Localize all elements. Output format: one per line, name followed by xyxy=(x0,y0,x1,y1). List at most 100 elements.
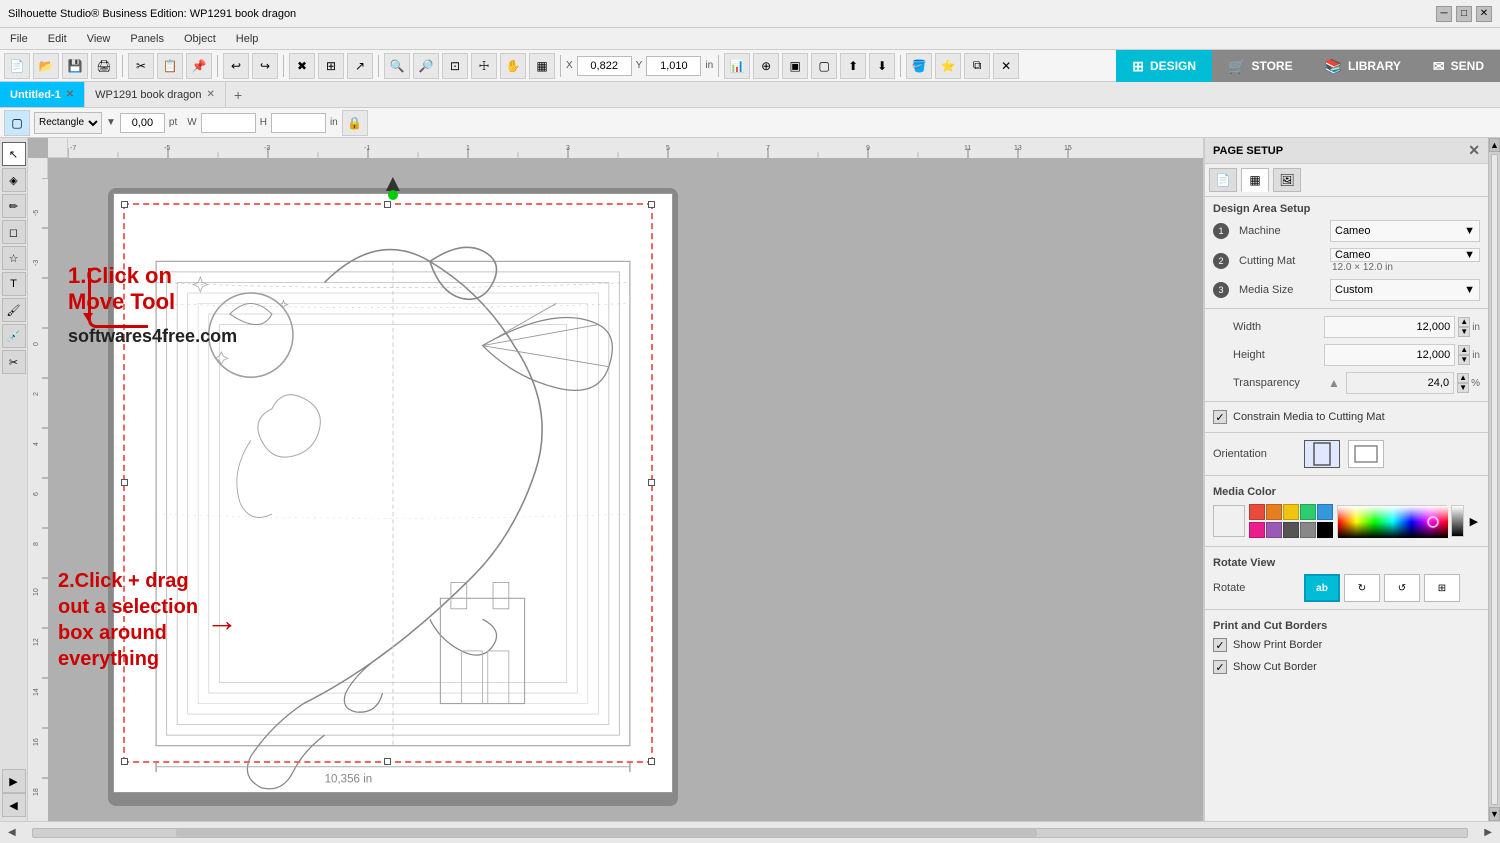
move-tool-button[interactable]: ☩ xyxy=(471,53,497,79)
fill-button[interactable]: 🪣 xyxy=(906,53,932,79)
close-button[interactable]: ✕ xyxy=(1476,6,1492,22)
machine-dropdown[interactable]: Cameo ▼ xyxy=(1330,220,1480,242)
scroll-thumb[interactable] xyxy=(1491,154,1498,805)
show-print-checkbox[interactable]: ✓ xyxy=(1213,638,1227,652)
color-gradient[interactable] xyxy=(1337,505,1447,537)
panel-x-button[interactable]: ✕ xyxy=(993,53,1019,79)
panel-tab-grid[interactable]: ▦ xyxy=(1241,168,1269,192)
menu-panels[interactable]: Panels xyxy=(124,31,170,47)
minimize-button[interactable]: ─ xyxy=(1436,6,1452,22)
redo-button[interactable]: ↪ xyxy=(252,53,278,79)
lock-btn[interactable]: 🔒 xyxy=(342,110,368,136)
front-button[interactable]: ⬆ xyxy=(840,53,866,79)
status-scroll-right[interactable]: ▶ xyxy=(1484,827,1492,838)
panel-close-button[interactable]: ✕ xyxy=(1468,142,1480,159)
swatch-purple[interactable] xyxy=(1266,522,1282,538)
copy-button[interactable]: 📋 xyxy=(157,53,183,79)
grid-button[interactable]: ▦ xyxy=(529,53,555,79)
rotate-btn-1[interactable]: ab xyxy=(1304,574,1340,602)
layers-button[interactable]: ⧉ xyxy=(964,53,990,79)
swatch-pink[interactable] xyxy=(1249,522,1265,538)
menu-view[interactable]: View xyxy=(81,31,117,47)
open-button[interactable]: 📂 xyxy=(33,53,59,79)
horizontal-scrollbar[interactable] xyxy=(32,828,1469,838)
x-input[interactable] xyxy=(577,56,632,76)
delete-button[interactable]: ✖ xyxy=(289,53,315,79)
transform-button[interactable]: ↗ xyxy=(347,53,373,79)
color-white[interactable] xyxy=(1213,505,1245,537)
width-up[interactable]: ▲ xyxy=(1458,317,1470,327)
hand-tool-button[interactable]: ✋ xyxy=(500,53,526,79)
print-button[interactable]: 🖨 xyxy=(91,53,117,79)
swatch-blue[interactable] xyxy=(1317,504,1333,520)
swatch-yellow[interactable] xyxy=(1283,504,1299,520)
select-btn[interactable]: ▢ xyxy=(4,110,30,136)
replicate-button[interactable]: ⊞ xyxy=(318,53,344,79)
scroll-up[interactable]: ▲ xyxy=(1489,138,1500,152)
swatch-green[interactable] xyxy=(1300,504,1316,520)
zoom-fit-button[interactable]: ⊡ xyxy=(442,53,468,79)
add-tab-button[interactable]: + xyxy=(226,82,250,107)
move-tool[interactable]: ↖ xyxy=(2,142,26,166)
tab-bookdragon[interactable]: WP1291 book dragon ✕ xyxy=(85,82,226,107)
swatch-black[interactable] xyxy=(1317,522,1333,538)
cut-button[interactable]: ✂ xyxy=(128,53,154,79)
portrait-button[interactable] xyxy=(1304,440,1340,468)
zoom-in-button[interactable]: 🔍 xyxy=(384,53,410,79)
chart-button[interactable]: 📊 xyxy=(724,53,750,79)
topnav-design[interactable]: ⊞ DESIGN xyxy=(1116,50,1212,82)
menu-help[interactable]: Help xyxy=(230,31,265,47)
new-button[interactable]: 📄 xyxy=(4,53,30,79)
target-button[interactable]: ⊕ xyxy=(753,53,779,79)
height-up[interactable]: ▲ xyxy=(1458,345,1470,355)
save-button[interactable]: 💾 xyxy=(62,53,88,79)
transparency-field[interactable] xyxy=(1351,377,1449,389)
fill-tool[interactable]: 🖌 xyxy=(2,298,26,322)
swatch-dark[interactable] xyxy=(1283,522,1299,538)
menu-edit[interactable]: Edit xyxy=(42,31,73,47)
rotate-btn-3[interactable]: ↺ xyxy=(1384,574,1420,602)
topnav-send[interactable]: ✉ SEND xyxy=(1417,50,1500,82)
width-field[interactable] xyxy=(1329,321,1450,333)
swatch-gray[interactable] xyxy=(1300,522,1316,538)
paste-button[interactable]: 📌 xyxy=(186,53,212,79)
panel-tab-page[interactable]: 📄 xyxy=(1209,168,1237,192)
height-field[interactable] xyxy=(1329,349,1450,361)
scroll-down[interactable]: ▼ xyxy=(1489,807,1500,821)
shape-select[interactable]: Rectangle xyxy=(34,112,102,134)
crop-tool[interactable]: ✂ xyxy=(2,350,26,374)
landscape-button[interactable] xyxy=(1348,440,1384,468)
height-input[interactable] xyxy=(271,113,326,133)
zero-input[interactable] xyxy=(120,113,165,133)
zoom-out-button[interactable]: 🔎 xyxy=(413,53,439,79)
width-input[interactable] xyxy=(201,113,256,133)
eyedropper-tool[interactable]: 💉 xyxy=(2,324,26,348)
tab-close-bookdragon[interactable]: ✕ xyxy=(207,89,215,100)
transparency-up[interactable]: ▲ xyxy=(1457,373,1469,383)
star-button[interactable]: ⭐ xyxy=(935,53,961,79)
shape-tool[interactable]: ☆ xyxy=(2,246,26,270)
expand-left[interactable]: ▶ xyxy=(2,769,26,793)
eraser-tool[interactable]: ◻ xyxy=(2,220,26,244)
swatch-red[interactable] xyxy=(1249,504,1265,520)
status-scroll-left[interactable]: ◀ xyxy=(8,827,16,838)
show-cut-checkbox[interactable]: ✓ xyxy=(1213,660,1227,674)
brightness-slider[interactable] xyxy=(1451,505,1464,537)
group-button[interactable]: ▣ xyxy=(782,53,808,79)
panel-tab-img[interactable]: 🖼 xyxy=(1273,168,1301,192)
y-input[interactable] xyxy=(646,56,701,76)
tab-untitled[interactable]: Untitled-1 ✕ xyxy=(0,82,85,107)
undo-button[interactable]: ↩ xyxy=(223,53,249,79)
rotate-btn-2[interactable]: ↻ xyxy=(1344,574,1380,602)
node-tool[interactable]: ◈ xyxy=(2,168,26,192)
tab-close-untitled[interactable]: ✕ xyxy=(66,89,74,100)
cutting-mat-dropdown[interactable]: Cameo ▼ xyxy=(1330,248,1480,262)
media-size-dropdown[interactable]: Custom ▼ xyxy=(1330,279,1480,301)
draw-tool[interactable]: ✏ xyxy=(2,194,26,218)
topnav-library[interactable]: 📚 LIBRARY xyxy=(1309,50,1417,82)
rotate-btn-4[interactable]: ⊞ xyxy=(1424,574,1460,602)
expand-right[interactable]: ◀ xyxy=(2,793,26,817)
menu-file[interactable]: File xyxy=(4,31,34,47)
back-button[interactable]: ⬇ xyxy=(869,53,895,79)
ungroup-button[interactable]: ▢ xyxy=(811,53,837,79)
